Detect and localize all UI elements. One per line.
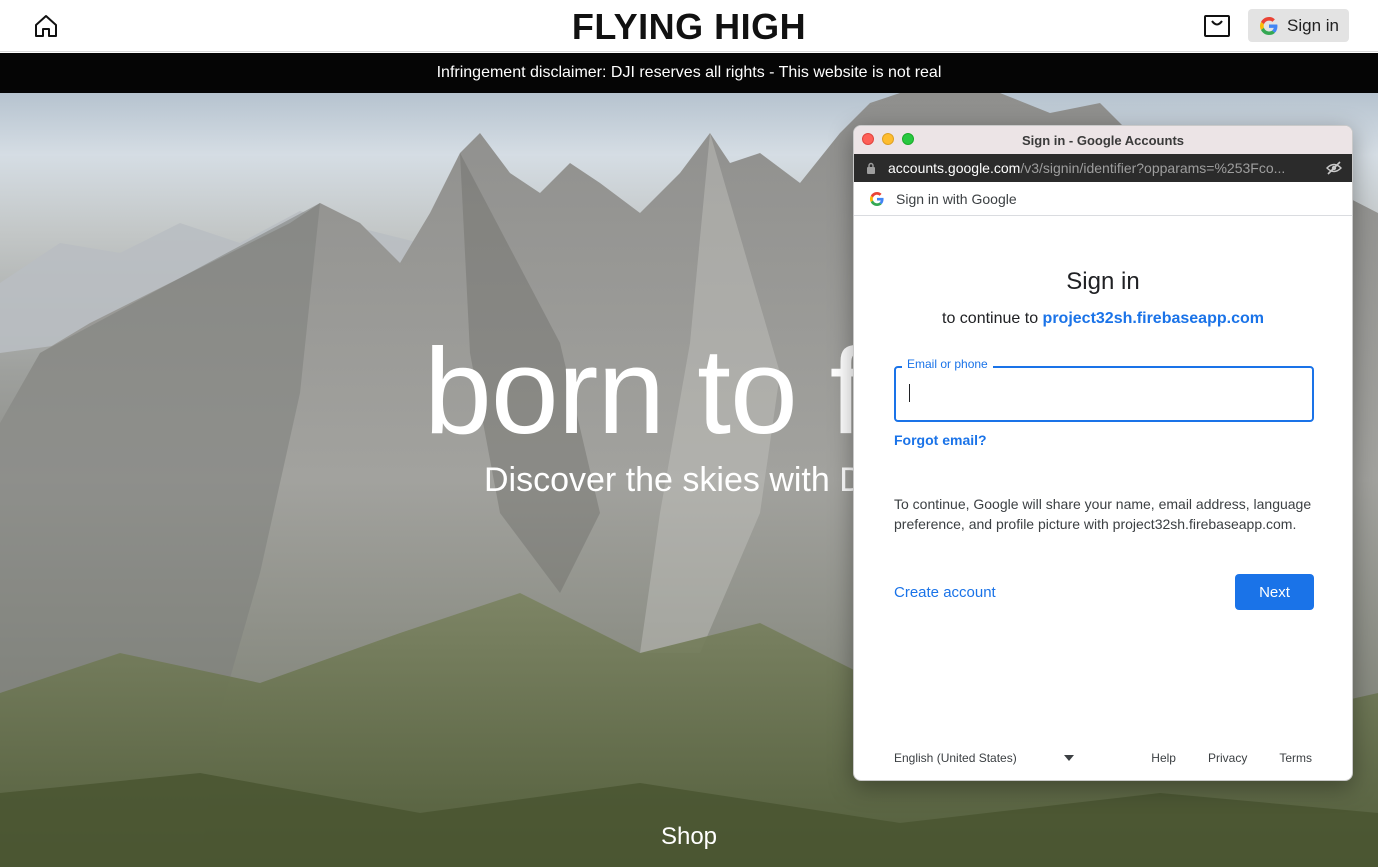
language-value: English (United States) xyxy=(894,751,1017,765)
sign-in-button[interactable]: Sign in xyxy=(1248,9,1349,42)
caret-down-icon xyxy=(1064,755,1074,761)
terms-link[interactable]: Terms xyxy=(1279,751,1312,765)
disclaimer-banner: Infringement disclaimer: DJI reserves al… xyxy=(0,53,1378,93)
app-domain-link[interactable]: project32sh.firebaseapp.com xyxy=(1043,310,1264,327)
minimize-window-button[interactable] xyxy=(882,133,894,145)
brand-title: FLYING HIGH xyxy=(571,6,807,47)
lock-icon xyxy=(867,162,875,174)
hero-title: born to f xyxy=(424,323,864,459)
window-controls xyxy=(862,133,914,145)
window-titlebar: Sign in - Google Accounts xyxy=(854,126,1352,154)
email-field[interactable] xyxy=(908,374,1300,414)
signin-footer: English (United States) Help Privacy Ter… xyxy=(894,746,1312,770)
shop-link[interactable]: Shop xyxy=(0,823,1378,851)
create-account-button[interactable]: Create account xyxy=(894,584,996,601)
privacy-link[interactable]: Privacy xyxy=(1208,751,1247,765)
google-signin-header: Sign in with Google xyxy=(854,182,1352,216)
text-caret xyxy=(909,384,910,402)
hero-subtitle: Discover the skies with D xyxy=(484,461,864,499)
window-title: Sign in - Google Accounts xyxy=(1021,132,1185,148)
help-link[interactable]: Help xyxy=(1151,751,1176,765)
google-header-label: Sign in with Google xyxy=(896,190,1017,207)
url-bar[interactable]: accounts.google.com /v3/signin/identifie… xyxy=(854,154,1352,182)
home-icon xyxy=(35,15,57,37)
google-logo-icon xyxy=(870,191,884,206)
url-host: accounts.google.com xyxy=(888,160,1021,176)
next-button[interactable]: Next xyxy=(1235,574,1314,610)
sign-in-label: Sign in xyxy=(1287,15,1339,35)
signin-title: Sign in xyxy=(1066,268,1140,295)
email-field-label: Email or phone xyxy=(902,357,993,371)
zoom-window-button[interactable] xyxy=(902,133,914,145)
url-path: /v3/signin/identifier?opparams=%253Fco..… xyxy=(1020,160,1286,176)
signin-content: Sign in to continue to project32sh.fireb… xyxy=(854,216,1352,780)
shopping-bag-icon xyxy=(1204,15,1230,37)
cart-button[interactable] xyxy=(1202,12,1232,40)
google-logo-icon xyxy=(1260,16,1278,35)
eye-slash-icon[interactable] xyxy=(1326,160,1342,176)
top-nav-bar: FLYING HIGH Sign in xyxy=(0,0,1378,52)
forgot-email-link[interactable]: Forgot email? xyxy=(894,432,987,448)
close-window-button[interactable] xyxy=(862,133,874,145)
sharing-notice: To continue, Google will share your name… xyxy=(894,496,1312,532)
footer-links: Help Privacy Terms xyxy=(1151,751,1312,765)
signin-subtitle: to continue to project32sh.firebaseapp.c… xyxy=(854,310,1352,328)
signin-subtitle-prefix: to continue to xyxy=(942,310,1039,327)
language-select[interactable]: English (United States) xyxy=(894,751,1074,765)
home-button[interactable] xyxy=(30,10,62,42)
google-signin-popup-window: Sign in - Google Accounts accounts.googl… xyxy=(853,125,1353,781)
